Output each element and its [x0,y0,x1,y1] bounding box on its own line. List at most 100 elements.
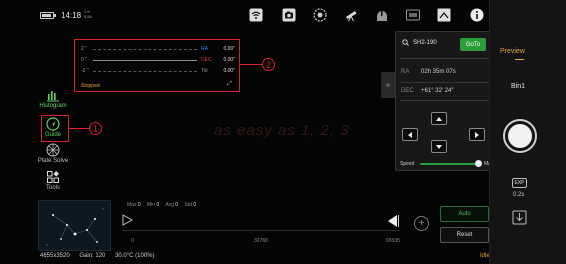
auto-stretch-button[interactable]: Auto [440,206,489,222]
gain: Gain: 120 [79,253,106,259]
slew-left-button[interactable] [402,128,418,141]
divider [400,58,494,59]
exposure-badge[interactable]: EXP [512,178,527,188]
black-point-handle[interactable] [121,214,133,226]
tool-label: Tools [45,185,60,191]
image-stats: Max 0 Min 0 Avg 0 Std 0 [127,202,201,208]
avg-value: 0 [175,202,179,208]
camera-info: 4655x3520 Gain: 120 30.0°C (100%) [40,253,163,259]
guide-graph-panel: 2 ″ RA 0.00″ 0 ″ DEC 0.00″ -2 ″ Tot 0.00… [74,39,240,92]
divider [400,82,494,83]
goto-button[interactable]: GoTo [460,38,486,51]
ra-value: 0.00″ [223,46,235,52]
guide-scope-icon[interactable] [437,8,451,22]
tot-label: Tot [201,68,208,74]
std-value: 0 [193,202,197,208]
dec-value: 0.00″ [223,57,235,63]
tools-icon [47,171,59,183]
slew-right-button[interactable] [469,128,485,141]
sensor-temperature: 30.0°C (100%) [115,253,155,259]
ra-readout: RA 02h 35m 07s [401,69,491,75]
tool-label: Plate Solve [37,158,69,164]
focuser-icon[interactable] [313,8,327,22]
goto-panel: SH2-190 GoTo RA 02h 35m 07s DEC +61° 32′… [395,31,497,171]
ra-label: RA [401,69,410,75]
histogram-track [122,230,400,231]
ra-value: 02h 35m 07s [421,69,456,75]
reset-button[interactable]: Reset [440,227,489,243]
battery-icon [40,12,54,19]
resolution: 4655x3520 [40,253,70,259]
wifi-icon[interactable] [249,8,263,22]
zero-line [93,59,197,61]
hist-tick-max: 65535 [386,238,400,244]
tool-label: Histogram [39,103,67,109]
max-label: Max [127,202,137,208]
watermark-text: as easy as 1, 2, 3 [214,122,350,139]
dec-value: +61° 32′ 24″ [421,88,454,94]
observatory-icon[interactable] [375,8,389,22]
plate-solve-icon [46,143,60,157]
status-bar: 14:18 1.9 0.84 [0,0,489,26]
telescope-icon[interactable] [344,8,358,22]
hist-tick-min: 0 [131,238,134,244]
shutter-button[interactable] [503,119,537,153]
white-point-handle[interactable] [386,214,400,228]
callout-leader [69,128,89,129]
histogram-icon [47,91,59,102]
gridline [93,48,197,50]
clock: 14:18 [61,11,82,20]
axis-label: 2 ″ [81,46,87,52]
zoom-in-icon[interactable]: + [414,216,429,231]
divider [400,100,494,101]
bin-selector[interactable]: Bin1 [511,83,525,90]
expand-icon[interactable]: ⤢ [227,81,232,88]
search-value: SH2-190 [413,39,437,46]
preview-thumbnail[interactable] [38,200,111,251]
camera-icon[interactable] [282,8,296,22]
max-value: 0 [137,202,141,208]
net-speed-bottom: 0.84 [84,14,92,19]
battery-tip [54,14,56,17]
slew-up-button[interactable] [431,112,447,125]
download-icon[interactable] [512,210,527,225]
gridline [93,70,197,72]
tot-value: 0.00″ [223,68,235,74]
hist-tick-mid: 32768 [254,238,268,244]
search-icon [402,39,409,46]
min-value: 0 [156,202,160,208]
collapse-panel-button[interactable]: » [381,72,395,98]
guide-highlight [41,115,69,142]
tool-plate-solve[interactable]: Plate Solve [36,143,70,164]
star-thumbnail-image [46,208,104,246]
network-speed: 1.9 0.84 [84,9,92,19]
mode-preview[interactable]: Preview [500,48,525,55]
callout-2: 2 [262,58,275,71]
target-search[interactable]: SH2-190 [402,39,437,46]
graph-row-ra: 2 ″ RA 0.00″ [81,46,235,52]
guide-state: Stopped [81,83,100,89]
dec-label: DEC [201,57,212,63]
tool-histogram[interactable]: Histogram [36,88,70,109]
speed-slider-knob[interactable] [475,160,482,167]
info-icon[interactable] [470,8,484,22]
speed-label: Speed [400,161,415,167]
ra-label: RA [201,46,208,52]
graph-row-dec: 0 ″ DEC 0.00″ [81,57,235,63]
speed-slider[interactable] [420,163,478,165]
preset-icon[interactable] [406,8,420,22]
axis-label: -2 ″ [81,68,89,74]
dec-label: DEC [401,88,414,94]
slew-down-button[interactable] [431,140,447,153]
mode-indicator [515,59,524,60]
callout-leader [240,64,262,65]
exposure-value: 0.2s [513,192,525,198]
axis-label: 0 ″ [81,57,87,63]
min-label: Min [147,202,156,208]
tool-tools[interactable]: Tools [36,170,70,191]
graph-row-tot: -2 ″ Tot 0.00″ [81,68,235,74]
avg-label: Avg [165,202,174,208]
app-screen: 14:18 1.9 0.84 2 ″ RA 0.00″ 0 ″ DEC 0.00… [0,0,566,264]
std-label: Std [184,202,192,208]
callout-1: 1 [89,122,102,135]
